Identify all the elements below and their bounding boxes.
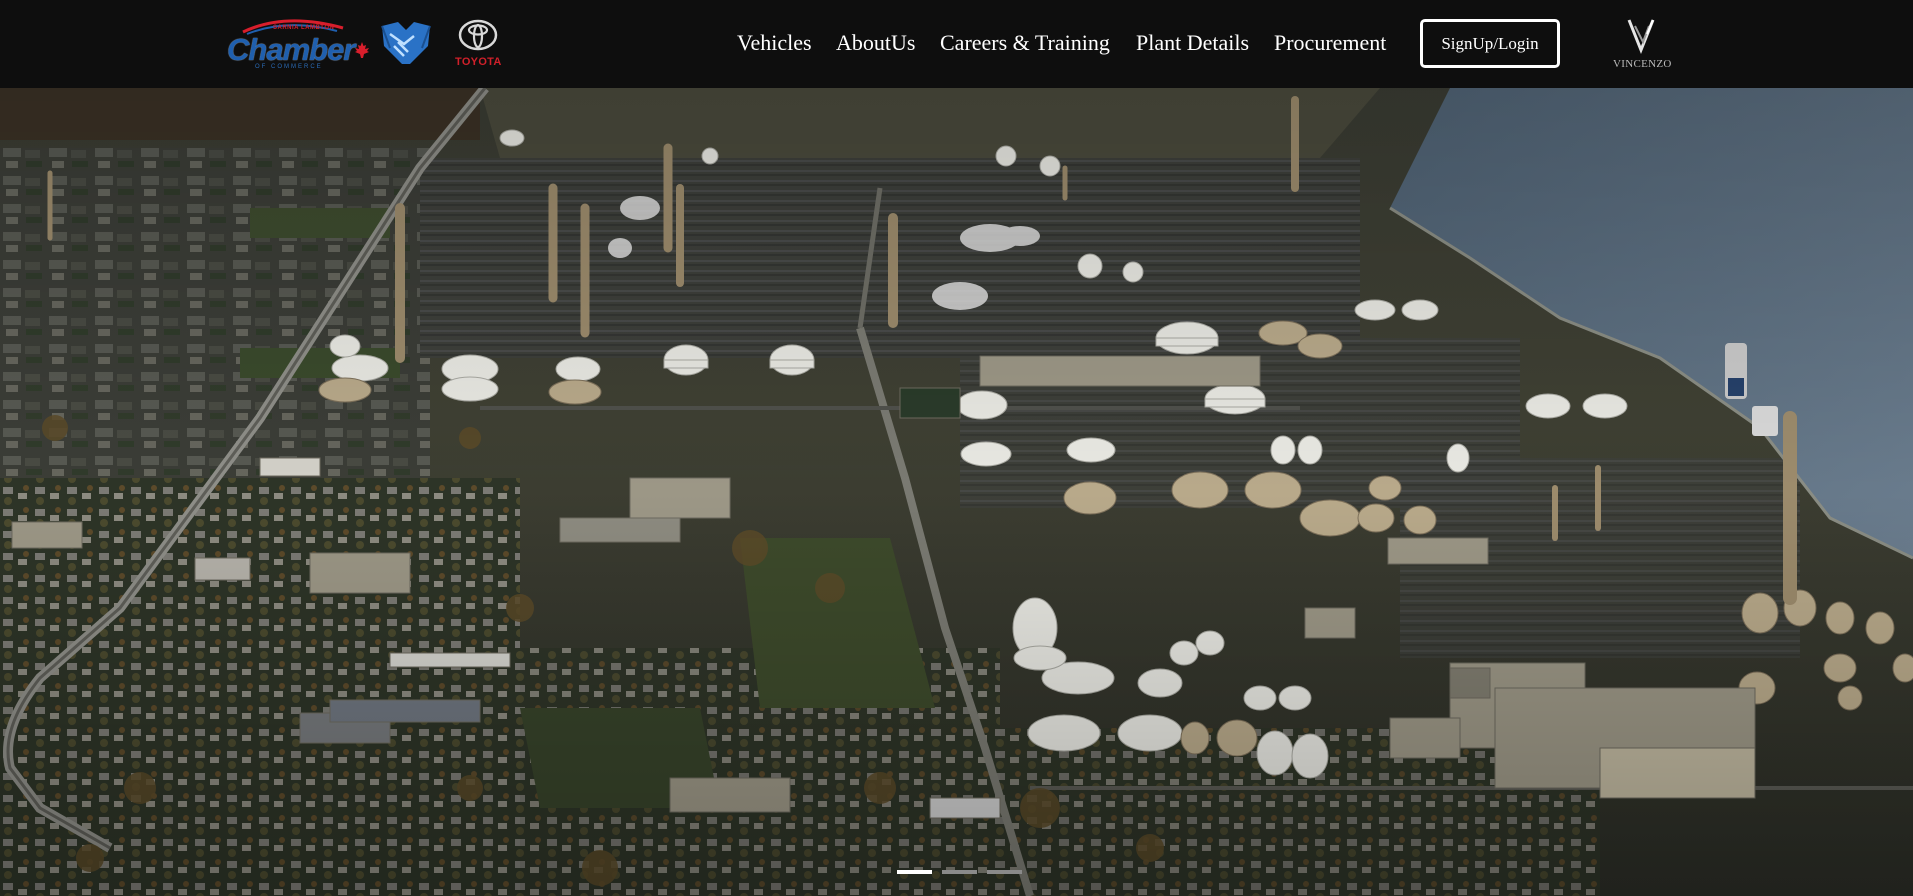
carousel-dot-1[interactable] xyxy=(897,870,932,874)
toyota-wordmark: TOYOTA xyxy=(455,56,502,68)
nav-careers-training[interactable]: Careers & Training xyxy=(940,30,1110,56)
nav-procurement[interactable]: Procurement xyxy=(1274,30,1386,56)
aerial-refinery-photo xyxy=(0,88,1913,896)
chamber-top-text: SARNIA LAMBTON xyxy=(273,25,335,31)
vincenzo-wordmark: VINCENZO xyxy=(1613,58,1672,70)
nav-vehicles[interactable]: Vehicles xyxy=(737,30,812,56)
chamber-of-commerce-logo[interactable]: SARNIA LAMBTON Chamber OF COMMERCE xyxy=(225,14,373,72)
vincenzo-emblem-icon xyxy=(1627,19,1655,55)
handshake-logo[interactable] xyxy=(380,20,432,66)
nav-plant-details[interactable]: Plant Details xyxy=(1136,30,1249,56)
hero-banner xyxy=(0,88,1913,896)
toyota-logo[interactable]: TOYOTA xyxy=(455,16,501,72)
carousel-dot-2[interactable] xyxy=(942,870,977,874)
vincenzo-logo[interactable]: VINCENZO xyxy=(1613,16,1672,74)
nav-about-us[interactable]: AboutUs xyxy=(836,30,915,56)
carousel-dot-3[interactable] xyxy=(987,870,1022,874)
maple-leaf-icon xyxy=(355,42,369,58)
top-navbar: SARNIA LAMBTON Chamber OF COMMERCE TOYOT… xyxy=(0,0,1913,88)
chamber-wordmark: Chamber xyxy=(227,32,355,67)
signup-login-button[interactable]: SignUp/Login xyxy=(1420,19,1560,68)
chamber-bottom-text: OF COMMERCE xyxy=(255,64,323,70)
handshake-icon xyxy=(381,22,431,64)
toyota-emblem-icon xyxy=(458,19,498,51)
